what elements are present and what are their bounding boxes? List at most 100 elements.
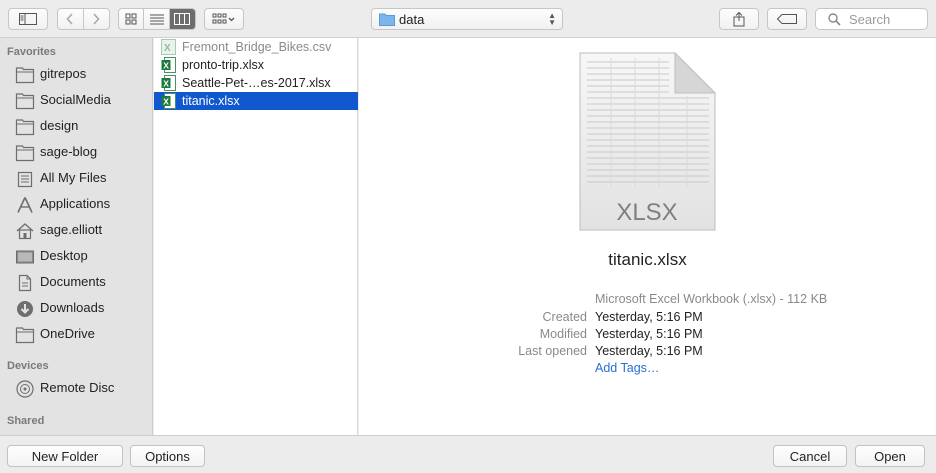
folder-icon — [15, 327, 35, 344]
file-name: pronto-trip.xlsx — [182, 58, 264, 72]
xlsx-document-icon: XLSX — [579, 52, 717, 231]
new-folder-button[interactable]: New Folder — [7, 445, 123, 467]
view-mode-control — [118, 8, 196, 30]
sidebar-item-label: Downloads — [40, 300, 105, 315]
sidebar-item-applications[interactable]: Applications — [0, 193, 153, 217]
toolbar: data ▲ ▼ Search — [0, 0, 936, 38]
search-placeholder: Search — [849, 12, 891, 27]
back-button[interactable] — [58, 9, 84, 29]
file-row[interactable]: X Fremont_Bridge_Bikes.csv — [154, 38, 358, 56]
svg-text:X: X — [164, 43, 171, 54]
sidebar-item-design[interactable]: design — [0, 115, 153, 139]
file-row[interactable]: X pronto-trip.xlsx — [154, 56, 358, 74]
sidebar-item-home[interactable]: sage.elliott — [0, 219, 153, 243]
sidebar-item-onedrive[interactable]: OneDrive — [0, 323, 153, 347]
folder-icon — [379, 13, 395, 26]
excel-file-icon: X — [161, 75, 176, 91]
sidebar-icon — [19, 13, 37, 25]
path-label: data — [399, 12, 425, 27]
tag-icon — [777, 14, 797, 24]
sidebar-item-gitrepos[interactable]: gitrepos — [0, 63, 153, 87]
chevron-left-icon — [66, 13, 73, 25]
sidebar-item-label: sage.elliott — [40, 222, 103, 237]
updown-icon: ▲ ▼ — [548, 11, 556, 27]
folder-icon — [15, 67, 35, 84]
sidebar-item-downloads[interactable]: Downloads — [0, 297, 153, 321]
disc-icon — [16, 380, 34, 398]
modified-value: Yesterday, 5:16 PM — [595, 327, 703, 341]
last-opened-value: Yesterday, 5:16 PM — [595, 344, 703, 358]
xlsx-icon-label: XLSX — [616, 199, 677, 226]
file-row-selected[interactable]: X titanic.xlsx — [154, 92, 358, 110]
sidebar-item-remote-disc[interactable]: Remote Disc — [0, 377, 153, 401]
chevron-right-icon — [93, 13, 100, 25]
preview-file-name: titanic.xlsx — [608, 250, 687, 269]
view-list-button[interactable] — [144, 9, 170, 29]
downloads-icon — [17, 301, 33, 317]
preview-pane: XLSX titanic.xlsx Microsoft Excel Workbo… — [359, 38, 936, 435]
share-button[interactable] — [719, 8, 759, 30]
modified-label: Modified — [539, 327, 587, 341]
list-icon — [149, 14, 164, 24]
arrange-grid-icon — [212, 13, 235, 24]
shared-header: Shared — [7, 415, 45, 427]
file-name: Fremont_Bridge_Bikes.csv — [182, 40, 332, 54]
file-name: Seattle-Pet-…es-2017.xlsx — [182, 76, 331, 90]
sidebar-item-label: Applications — [40, 196, 111, 211]
arrange-button[interactable] — [204, 8, 244, 30]
created-value: Yesterday, 5:16 PM — [595, 310, 703, 324]
file-kind: Microsoft Excel Workbook (.xlsx) - 112 K… — [595, 292, 828, 306]
favorites-header: Favorites — [7, 46, 56, 58]
sidebar-item-sage-blog[interactable]: sage-blog — [0, 141, 153, 165]
view-columns-button[interactable] — [169, 9, 195, 29]
created-label: Created — [542, 310, 587, 324]
last-opened-label: Last opened — [518, 344, 587, 358]
devices-header: Devices — [7, 360, 49, 372]
share-icon — [733, 11, 745, 26]
forward-button[interactable] — [84, 9, 109, 29]
sidebar-item-label: SocialMedia — [40, 92, 111, 107]
excel-file-icon: X — [161, 93, 176, 109]
options-button[interactable]: Options — [130, 445, 205, 467]
folder-icon — [15, 145, 35, 162]
file-name: titanic.xlsx — [182, 94, 240, 108]
sidebar-item-label: Desktop — [40, 248, 88, 263]
tags-button[interactable] — [767, 8, 807, 30]
cancel-button[interactable]: Cancel — [773, 445, 847, 467]
sidebar-item-label: Remote Disc — [40, 380, 115, 395]
sidebar-item-label: Documents — [40, 274, 106, 289]
folder-icon — [15, 93, 35, 110]
view-icons-button[interactable] — [119, 9, 145, 29]
columns-icon — [174, 13, 191, 25]
documents-icon — [18, 274, 32, 292]
excel-file-icon: X — [161, 57, 176, 73]
bottom-bar: New Folder Options Cancel Open — [0, 435, 936, 473]
sidebar-item-socialmedia[interactable]: SocialMedia — [0, 89, 153, 113]
csv-file-icon: X — [161, 39, 176, 55]
sidebar-item-documents[interactable]: Documents — [0, 271, 153, 295]
search-field[interactable]: Search — [815, 8, 928, 30]
applications-icon — [17, 197, 33, 213]
path-selector[interactable]: data ▲ ▼ — [371, 8, 563, 30]
file-column: X Fremont_Bridge_Bikes.csv X pronto-trip… — [154, 38, 358, 435]
nav-buttons — [57, 8, 110, 30]
svg-text:X: X — [163, 61, 169, 71]
open-button[interactable]: Open — [855, 445, 925, 467]
sidebar-item-label: design — [40, 118, 79, 133]
grid-icon — [125, 13, 137, 25]
desktop-icon — [16, 250, 34, 264]
sidebar-item-desktop[interactable]: Desktop — [0, 245, 153, 269]
add-tags-link[interactable]: Add Tags… — [595, 361, 659, 375]
sidebar-item-all-my-files[interactable]: All My Files — [0, 167, 153, 191]
folder-icon — [15, 119, 35, 136]
sidebar-item-label: sage-blog — [40, 144, 98, 159]
sidebar-item-label: OneDrive — [40, 326, 95, 341]
sidebar-item-label: gitrepos — [40, 66, 87, 81]
sidebar-toggle-button[interactable] — [8, 8, 48, 30]
svg-text:X: X — [163, 97, 169, 107]
sidebar: Favorites gitrepos SocialMedia design sa… — [0, 38, 153, 435]
sidebar-item-label: All My Files — [40, 170, 107, 185]
svg-text:X: X — [163, 79, 169, 89]
home-icon — [16, 223, 34, 240]
file-row[interactable]: X Seattle-Pet-…es-2017.xlsx — [154, 74, 358, 92]
